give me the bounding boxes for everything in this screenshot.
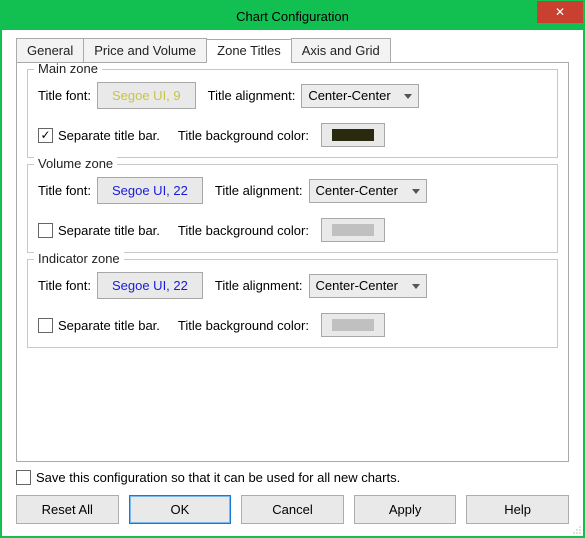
reset-all-button[interactable]: Reset All [16, 495, 119, 524]
main-alignment-select[interactable]: Center-Center [301, 84, 419, 108]
volume-alignment-select[interactable]: Center-Center [309, 179, 427, 203]
ok-button[interactable]: OK [129, 495, 232, 524]
label-title-alignment: Title alignment: [215, 278, 303, 293]
label-separate-title-bar: Separate title bar. [58, 128, 160, 143]
label-title-alignment: Title alignment: [215, 183, 303, 198]
color-swatch [332, 129, 374, 141]
client-area: General Price and Volume Zone Titles Axi… [2, 30, 583, 536]
cancel-button[interactable]: Cancel [241, 495, 344, 524]
row-separate-bg: ✓ Separate title bar. Title background c… [38, 123, 547, 147]
titlebar: Chart Configuration ✕ [2, 2, 583, 30]
volume-bg-color-button[interactable] [321, 218, 385, 242]
label-title-alignment: Title alignment: [208, 88, 296, 103]
label-separate-title-bar: Separate title bar. [58, 318, 160, 333]
window-frame: Chart Configuration ✕ General Price and … [0, 0, 585, 538]
tab-zone-titles[interactable]: Zone Titles [206, 39, 292, 63]
indicator-separate-checkbox[interactable]: ✓ [38, 318, 53, 333]
chevron-down-icon [412, 284, 420, 289]
chevron-down-icon [404, 94, 412, 99]
color-swatch [332, 319, 374, 331]
indicator-font-button[interactable]: Segoe UI, 22 [97, 272, 203, 299]
apply-button[interactable]: Apply [354, 495, 457, 524]
label-title-font: Title font: [38, 278, 91, 293]
label-title-bg-color: Title background color: [178, 128, 309, 143]
tab-general[interactable]: General [16, 38, 84, 62]
close-icon: ✕ [555, 5, 565, 19]
label-title-font: Title font: [38, 88, 91, 103]
main-separate-checkbox[interactable]: ✓ [38, 128, 53, 143]
row-font-align: Title font: Segoe UI, 22 Title alignment… [38, 177, 547, 204]
tab-strip: General Price and Volume Zone Titles Axi… [16, 38, 569, 62]
chevron-down-icon [412, 189, 420, 194]
close-button[interactable]: ✕ [537, 1, 583, 23]
group-main-zone: Main zone Title font: Segoe UI, 9 Title … [27, 69, 558, 158]
group-volume-zone: Volume zone Title font: Segoe UI, 22 Tit… [27, 164, 558, 253]
group-legend: Volume zone [34, 156, 117, 171]
resize-grip-icon[interactable] [570, 525, 582, 535]
save-config-row: ✓ Save this configuration so that it can… [16, 470, 569, 485]
label-title-font: Title font: [38, 183, 91, 198]
button-row: Reset All OK Cancel Apply Help [16, 495, 569, 524]
main-font-button[interactable]: Segoe UI, 9 [97, 82, 196, 109]
save-config-label: Save this configuration so that it can b… [36, 470, 400, 485]
tab-axis-and-grid[interactable]: Axis and Grid [291, 38, 391, 62]
indicator-bg-color-button[interactable] [321, 313, 385, 337]
volume-font-button[interactable]: Segoe UI, 22 [97, 177, 203, 204]
select-value: Center-Center [316, 278, 398, 293]
group-legend: Indicator zone [34, 251, 124, 266]
tab-price-and-volume[interactable]: Price and Volume [83, 38, 207, 62]
select-value: Center-Center [316, 183, 398, 198]
row-font-align: Title font: Segoe UI, 9 Title alignment:… [38, 82, 547, 109]
volume-separate-checkbox[interactable]: ✓ [38, 223, 53, 238]
label-title-bg-color: Title background color: [178, 223, 309, 238]
group-legend: Main zone [34, 62, 102, 76]
group-indicator-zone: Indicator zone Title font: Segoe UI, 22 … [27, 259, 558, 348]
help-button[interactable]: Help [466, 495, 569, 524]
color-swatch [332, 224, 374, 236]
window-title: Chart Configuration [236, 9, 349, 24]
label-title-bg-color: Title background color: [178, 318, 309, 333]
row-separate-bg: ✓ Separate title bar. Title background c… [38, 218, 547, 242]
row-separate-bg: ✓ Separate title bar. Title background c… [38, 313, 547, 337]
row-font-align: Title font: Segoe UI, 22 Title alignment… [38, 272, 547, 299]
indicator-alignment-select[interactable]: Center-Center [309, 274, 427, 298]
main-bg-color-button[interactable] [321, 123, 385, 147]
save-config-checkbox[interactable]: ✓ [16, 470, 31, 485]
tab-panel-zone-titles: Main zone Title font: Segoe UI, 9 Title … [16, 62, 569, 462]
select-value: Center-Center [308, 88, 390, 103]
label-separate-title-bar: Separate title bar. [58, 223, 160, 238]
